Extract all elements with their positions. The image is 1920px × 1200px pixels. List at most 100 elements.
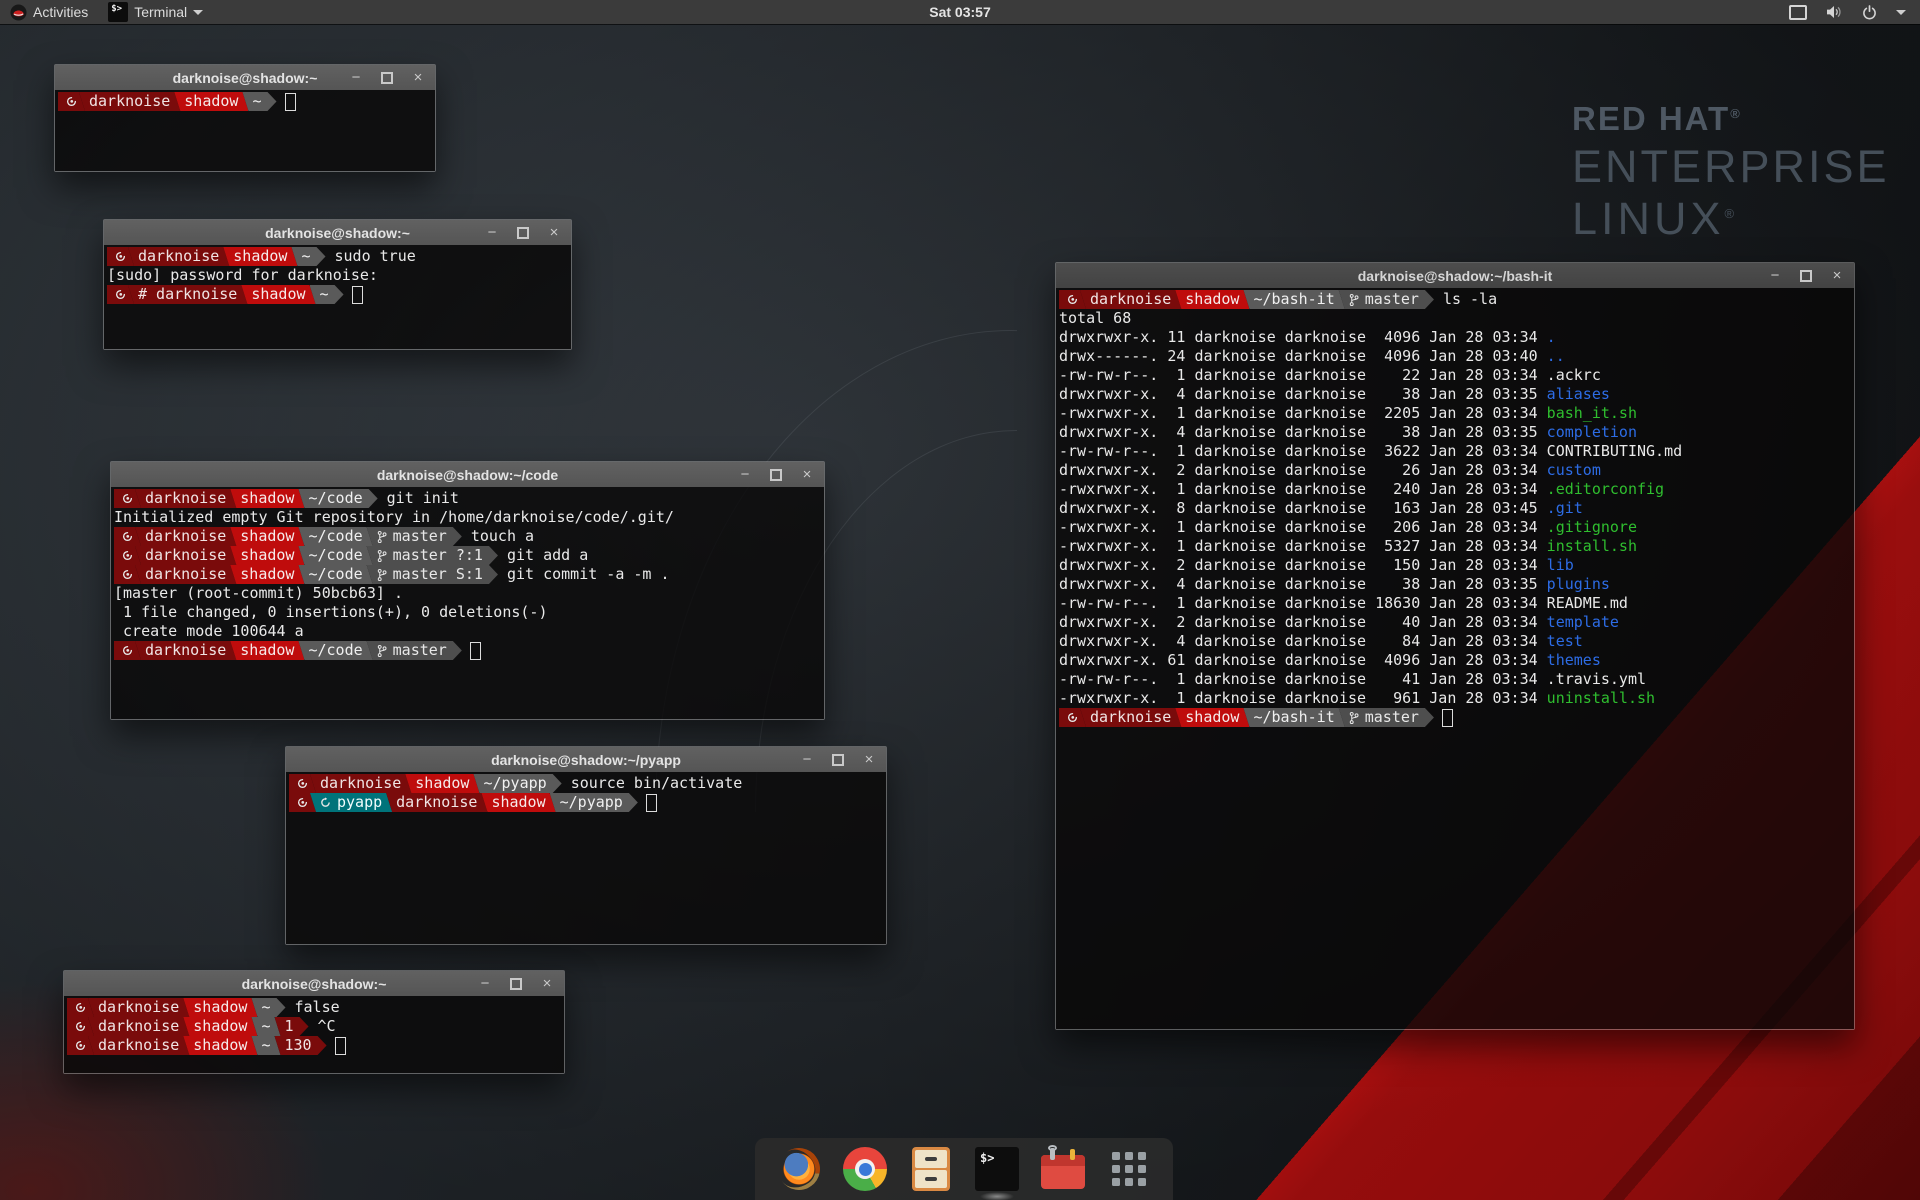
ls-row-filename: aliases — [1547, 385, 1610, 404]
window-titlebar[interactable]: darknoise@shadow:~/code − × — [111, 462, 824, 487]
maximize-button[interactable] — [769, 468, 783, 482]
ls-row-filename: template — [1547, 613, 1619, 632]
ls-row-filename: test — [1547, 632, 1583, 651]
prompt-segment-host: shadow — [1175, 290, 1249, 309]
branch-icon — [1349, 293, 1359, 307]
power-icon[interactable] — [1862, 5, 1877, 20]
terminal-cursor — [285, 93, 296, 111]
prompt-segment-user: darknoise — [310, 774, 411, 793]
ls-row-filename: . — [1547, 328, 1556, 347]
prompt-segment-path: ~ — [291, 247, 325, 266]
prompt-segment-host: shadow — [183, 998, 257, 1017]
terminal-line: darknoiseshadow~/codemastertouch a — [114, 527, 824, 546]
window-titlebar[interactable]: darknoise@shadow:~/pyapp − × — [286, 747, 886, 772]
terminal-window-code: darknoise@shadow:~/code − × darknoisesha… — [110, 461, 825, 720]
terminal-line: # darknoiseshadow~ — [107, 285, 571, 304]
terminal-line: Initialized empty Git repository in /hom… — [114, 508, 824, 527]
terminal-line: darknoiseshadow~/codemaster S:1git commi… — [114, 565, 824, 584]
branch-icon — [377, 644, 387, 658]
clock[interactable]: Sat 03:57 — [0, 4, 1920, 20]
terminal-line: -rw-rw-r--. 1 darknoise darknoise 3622 J… — [1059, 442, 1854, 461]
dock-item-app-grid[interactable] — [1107, 1147, 1151, 1191]
maximize-button[interactable] — [831, 753, 845, 767]
window-titlebar[interactable]: darknoise@shadow:~ − × — [55, 65, 435, 90]
terminal-content[interactable]: darknoiseshadow~/pyappsource bin/activat… — [286, 772, 886, 944]
terminal-content[interactable]: darknoiseshadow~falsedarknoiseshadow~1^C… — [64, 996, 564, 1073]
redhat-icon — [1067, 294, 1078, 305]
close-button[interactable]: × — [1830, 269, 1844, 283]
prompt-segment-host: shadow — [230, 565, 304, 584]
prompt-segment-git: master ?:1 — [367, 546, 498, 565]
close-button[interactable]: × — [411, 71, 425, 85]
prompt-segment-path: ~/pyapp — [473, 774, 561, 793]
minimize-button[interactable]: − — [349, 71, 363, 85]
terminal-line: [master (root-commit) 50bcb63] . — [114, 584, 824, 603]
terminal-content[interactable]: darknoiseshadow~ — [55, 90, 435, 171]
minimize-button[interactable]: − — [800, 753, 814, 767]
terminal-line: total 68 — [1059, 309, 1854, 328]
ls-row-filename: custom — [1547, 461, 1601, 480]
prompt-segment-path: ~ — [310, 285, 344, 304]
maximize-button[interactable] — [509, 977, 523, 991]
prompt-segment-user: darknoise — [88, 998, 189, 1017]
ls-row-filename: plugins — [1547, 575, 1610, 594]
prompt-segment-git: master — [367, 527, 462, 546]
command-text: source bin/activate — [562, 774, 743, 793]
terminal-line: drwxrwxr-x. 61 darknoise darknoise 4096 … — [1059, 651, 1854, 670]
python-icon — [320, 797, 331, 808]
window-titlebar[interactable]: darknoise@shadow:~/bash-it − × — [1056, 263, 1854, 288]
close-button[interactable]: × — [800, 468, 814, 482]
minimize-button[interactable]: − — [1768, 269, 1782, 283]
prompt-segment-alert: 130 — [275, 1036, 327, 1055]
window-title: darknoise@shadow:~/pyapp — [491, 752, 681, 768]
terminal-line: darknoiseshadow~ — [58, 92, 435, 111]
ls-row-meta: -rw-rw-r--. 1 darknoise darknoise 18630 … — [1059, 594, 1547, 613]
terminal-line: -rwxrwxr-x. 1 darknoise darknoise 240 Ja… — [1059, 480, 1854, 499]
window-titlebar[interactable]: darknoise@shadow:~ − × — [64, 971, 564, 996]
prompt-segment-path: ~/code — [298, 527, 372, 546]
volume-icon[interactable] — [1826, 5, 1843, 19]
dock-item-firefox[interactable] — [777, 1147, 821, 1191]
dock-item-toolbox[interactable] — [1041, 1147, 1085, 1191]
chevron-down-icon[interactable] — [1896, 10, 1906, 15]
prompt-segment-user: darknoise — [135, 565, 236, 584]
terminal-content[interactable]: darknoiseshadow~sudo true[sudo] password… — [104, 245, 571, 349]
prompt-segment-user: darknoise — [88, 1036, 189, 1055]
prompt-segment-host: shadow — [1175, 708, 1249, 727]
ls-row-meta: drwxrwxr-x. 2 darknoise darknoise 40 Jan… — [1059, 613, 1547, 632]
terminal-content[interactable]: darknoiseshadow~/codegit initInitialized… — [111, 487, 824, 719]
dock-item-terminal[interactable]: $> — [975, 1147, 1019, 1191]
ls-row-filename: install.sh — [1547, 537, 1637, 556]
prompt-segment-host: shadow — [230, 546, 304, 565]
maximize-button[interactable] — [516, 226, 530, 240]
minimize-button[interactable]: − — [478, 977, 492, 991]
window-titlebar[interactable]: darknoise@shadow:~ − × — [104, 220, 571, 245]
maximize-button[interactable] — [380, 71, 394, 85]
app-menu-terminal[interactable]: $> Terminal — [98, 0, 213, 24]
prompt-segment-git: master S:1 — [367, 565, 498, 584]
ls-row-filename: .travis.yml — [1547, 670, 1646, 689]
minimize-button[interactable]: − — [738, 468, 752, 482]
command-text: false — [286, 998, 340, 1017]
activities-button[interactable]: Activities — [0, 0, 98, 24]
terminal-line: darknoiseshadow~/bash-itmaster — [1059, 708, 1854, 727]
terminal-line: darknoiseshadow~/codemaster ?:1git add a — [114, 546, 824, 565]
close-button[interactable]: × — [862, 753, 876, 767]
display-icon[interactable] — [1789, 5, 1807, 20]
minimize-button[interactable]: − — [485, 226, 499, 240]
close-button[interactable]: × — [547, 226, 561, 240]
dock-item-files[interactable] — [909, 1147, 953, 1191]
terminal-cursor — [335, 1037, 346, 1055]
maximize-button[interactable] — [1799, 269, 1813, 283]
prompt-segment-alert: 1 — [275, 1017, 309, 1036]
ls-row-filename: bash_it.sh — [1547, 404, 1637, 423]
dock-item-chrome[interactable] — [843, 1147, 887, 1191]
close-button[interactable]: × — [540, 977, 554, 991]
redhat-icon — [75, 1040, 86, 1051]
prompt-segment-git: master — [1339, 290, 1434, 309]
redhat-icon — [115, 289, 126, 300]
output-text: total 68 — [1059, 309, 1131, 328]
window-title: darknoise@shadow:~ — [173, 70, 318, 86]
terminal-line: -rwxrwxr-x. 1 darknoise darknoise 961 Ja… — [1059, 689, 1854, 708]
terminal-content[interactable]: darknoiseshadow~/bash-itmasterls -latota… — [1056, 288, 1854, 1029]
